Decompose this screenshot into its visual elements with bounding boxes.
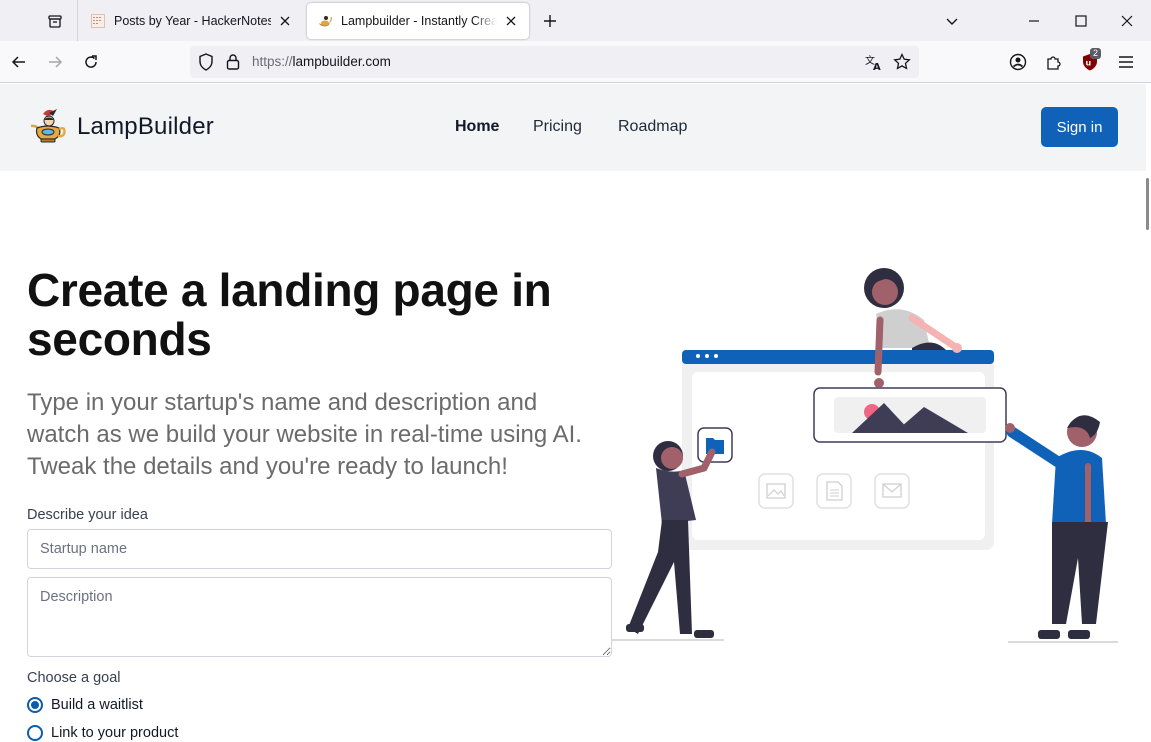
tab-separator — [77, 0, 78, 41]
image-card-illustration — [813, 387, 1007, 443]
document-placeholder-icon — [816, 473, 852, 509]
man-right-illustration — [1005, 415, 1118, 643]
tab-list-icon[interactable] — [37, 9, 73, 33]
goal-option-label: Link to your product — [51, 725, 179, 741]
close-tab-icon[interactable] — [503, 13, 519, 29]
minimize-window-icon[interactable] — [1021, 8, 1047, 34]
startup-name-input[interactable] — [27, 529, 612, 569]
description-textarea[interactable] — [27, 577, 612, 657]
hero-illustration — [612, 268, 1118, 643]
account-icon[interactable] — [1005, 49, 1031, 75]
tab-title: Lampbuilder - Instantly Create Startup L… — [341, 14, 497, 28]
tab-lampbuilder[interactable]: Lampbuilder - Instantly Create Startup L… — [307, 3, 529, 39]
tab-title: Posts by Year - HackerNotes — [114, 14, 271, 28]
folder-card-illustration — [697, 427, 733, 463]
back-arrow-icon[interactable] — [6, 49, 32, 75]
svg-text:A: A — [873, 62, 881, 71]
brand-name: LampBuilder — [77, 113, 214, 140]
browser-tab-bar: Posts by Year - HackerNotes Lampbuilder … — [0, 0, 1151, 41]
browser-navigation-bar: https://lampbuilder.com 文A u — [0, 41, 1151, 83]
radio-button-selected[interactable] — [27, 697, 43, 713]
site-logo[interactable]: LampBuilder — [29, 108, 214, 146]
close-window-icon[interactable] — [1114, 8, 1140, 34]
magic-lamp-logo-icon — [30, 109, 66, 143]
site-header: LampBuilder Home Pricing Roadmap Sign in — [0, 84, 1146, 171]
goal-option-link-product[interactable]: Link to your product — [27, 725, 178, 741]
webpage: LampBuilder Home Pricing Roadmap Sign in… — [0, 84, 1151, 742]
translate-icon[interactable]: 文A — [865, 53, 883, 76]
tab-hackernotes[interactable]: Posts by Year - HackerNotes — [80, 3, 303, 39]
bookmark-star-icon[interactable] — [893, 52, 911, 76]
url-text: https://lampbuilder.com — [252, 54, 391, 69]
mail-placeholder-icon — [874, 473, 910, 509]
image-placeholder-icon — [758, 473, 794, 509]
nav-link-roadmap[interactable]: Roadmap — [618, 118, 687, 136]
svg-text:u: u — [1086, 59, 1092, 68]
hero-subtitle: Type in your startup's name and descript… — [27, 389, 582, 480]
page-scrollbar[interactable] — [1146, 178, 1149, 230]
nav-link-home[interactable]: Home — [455, 118, 499, 136]
radio-button[interactable] — [27, 725, 43, 741]
tracking-protection-shield-icon[interactable] — [198, 53, 214, 76]
url-host: lampbuilder.com — [292, 54, 391, 69]
extensions-puzzle-icon[interactable] — [1041, 49, 1067, 75]
hero-title: Create a landing page in seconds — [27, 264, 552, 365]
goal-option-waitlist[interactable]: Build a waitlist — [27, 697, 143, 713]
describe-idea-label: Describe your idea — [27, 507, 148, 523]
maximize-window-icon[interactable] — [1068, 8, 1094, 34]
extension-badge-count: 2 — [1090, 48, 1102, 59]
forward-arrow-icon[interactable] — [42, 49, 68, 75]
reload-icon[interactable] — [78, 49, 104, 75]
url-scheme: https:// — [252, 54, 293, 69]
close-tab-icon[interactable] — [277, 13, 293, 29]
lamp-favicon-icon — [317, 13, 333, 29]
lock-icon[interactable] — [226, 53, 240, 76]
address-bar[interactable]: https://lampbuilder.com 文A — [190, 46, 919, 78]
sign-in-button[interactable]: Sign in — [1041, 107, 1118, 147]
new-tab-plus-icon[interactable] — [538, 9, 562, 33]
choose-goal-label: Choose a goal — [27, 670, 121, 686]
hackernotes-favicon-icon — [90, 13, 106, 29]
radio-selected-dot — [31, 701, 39, 709]
nav-link-pricing[interactable]: Pricing — [533, 118, 582, 136]
list-all-tabs-chevron-down-icon[interactable] — [939, 8, 965, 34]
goal-option-label: Build a waitlist — [51, 697, 143, 713]
app-menu-hamburger-icon[interactable] — [1113, 49, 1139, 75]
